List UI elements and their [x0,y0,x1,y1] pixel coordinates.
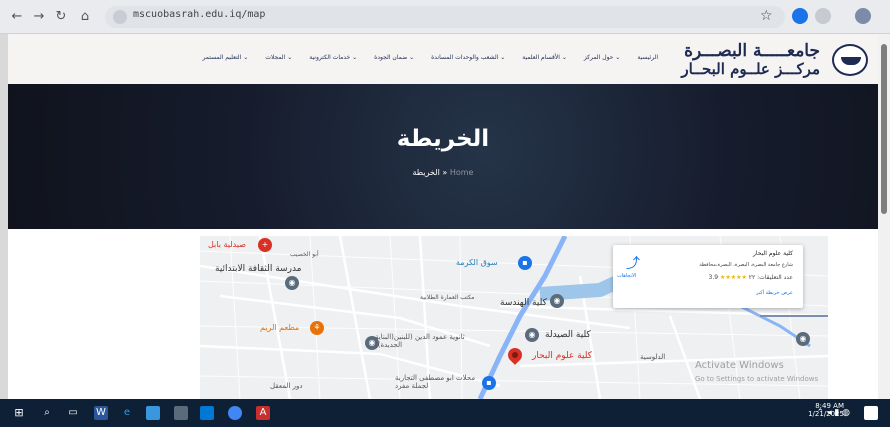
home-icon[interactable]: ⌂ [76,8,94,26]
reviews-count[interactable]: عدد التعليقات: ٢٢ [749,274,793,281]
logo-center-name[interactable]: مركـــز علــوم البحــار [681,60,820,78]
store-icon[interactable] [174,406,188,420]
place-title: كلية علوم البحار [753,250,793,257]
notification-icon[interactable] [864,406,878,420]
edge-icon[interactable]: e [120,406,134,420]
web-page: جامعـــــة البصـــرة مركـــز علــوم البح… [8,34,878,399]
activate-windows-title: Activate Windows [695,360,784,371]
acrobat-icon[interactable]: A [256,406,270,420]
extensions-puzzle-icon[interactable] [815,8,831,24]
nav-item-home[interactable]: الرئيسية [637,54,658,61]
map-label-area-top: أبو الخصيب [290,251,319,258]
logo-university-name[interactable]: جامعـــــة البصـــرة [684,41,820,61]
search-icon[interactable]: ⌕ [40,406,54,420]
right-edge-marker-icon[interactable]: ◉ [796,332,810,346]
forward-icon[interactable]: → [30,8,48,26]
page-banner: الخريطة الخريطة » Home [8,84,878,229]
url-text[interactable]: mscuobasrah.edu.iq/map [133,9,265,20]
scrollbar-thumb[interactable] [881,44,887,214]
map-label-shop-bottom[interactable]: محلات ابو مصطفى التجارية لجملة مفرد [395,374,480,390]
rating-value: 3.9 [708,274,719,281]
page-scrollbar[interactable] [878,34,890,399]
chrome-icon[interactable] [228,406,242,420]
place-address: شارع جامعة البصرة، البصرة، البصرة،محافظة [699,262,793,268]
market-marker-icon[interactable]: ▪ [518,256,532,270]
breadcrumb-separator: » [442,168,448,177]
pin-dot [510,350,520,360]
main-nav: الرئيسية حول المركز ⌄ الأقسام العلمية ⌄ … [202,54,658,61]
task-view-icon[interactable]: ▭ [66,406,80,420]
windows-taskbar: ⊞ ⌕ ▭ W e A ⌃ ◂ ▮ ◍ 8:49 AM 1/21/2025 [0,399,890,427]
directions-link[interactable]: الاتجاهات [617,273,636,279]
university-logo[interactable] [832,44,868,76]
map-label-area-right: الدلوسية [640,353,666,361]
site-info-icon[interactable] [113,10,127,24]
clock-date: 1/21/2025 [808,410,844,418]
map-label-area-bottom: دور المعقل [270,382,303,390]
map-label-secondary-school[interactable]: ثانوية عمود الدين (للبنين(البناية الجديد… [375,333,485,349]
college-eng-marker-icon[interactable]: ◉ [550,294,564,308]
embedded-map[interactable]: + صيدلية بابل أبو الخصيب مدرسة الثقافة ا… [200,236,828,399]
directions-icon[interactable]: ⤴ [623,253,643,273]
pharmacy-marker-icon[interactable]: + [258,238,272,252]
windows-start-icon[interactable]: ⊞ [12,406,26,420]
explorer-icon[interactable] [146,406,160,420]
nav-item-units[interactable]: الشعب والوحدات المساندة ⌄ [431,54,505,61]
page-title: الخريطة [396,126,490,152]
rating-stars: ★★★★★ [719,274,747,281]
shop-marker-icon[interactable]: ▪ [482,376,496,390]
map-label-pharmacy[interactable]: صيدلية بابل [208,240,246,249]
breadcrumb: الخريطة » Home [8,168,878,177]
map-label-market[interactable]: سوق الكرمة [456,258,498,267]
nav-item-journals[interactable]: المجلات ⌄ [265,54,292,61]
word-icon[interactable]: W [94,406,108,420]
map-label-restaurant[interactable]: مطعم الريم [260,323,299,332]
place-info-card: ⤴ الاتجاهات كلية علوم البحار شارع جامعة … [613,245,803,308]
map-label-area-mid: مكتب العمارة الطلابية [420,294,475,301]
reload-icon[interactable]: ↻ [52,8,70,26]
taskbar-clock[interactable]: 8:49 AM 1/21/2025 [808,402,844,418]
back-icon[interactable]: ← [8,8,26,26]
college-pharm-marker-icon[interactable]: ◉ [525,328,539,342]
view-larger-map-link[interactable]: عرض خريطة أكبر [756,290,793,296]
nav-item-quality[interactable]: ضمان الجودة ⌄ [374,54,414,61]
restaurant-marker-icon[interactable]: ⚘ [310,321,324,335]
clock-time: 8:49 AM [815,402,844,410]
ship-icon [841,57,861,65]
mail-icon[interactable] [200,406,214,420]
profile-avatar-icon[interactable] [855,8,871,24]
nav-item-continuing-education[interactable]: التعليم المستمر ⌄ [202,54,248,61]
place-rating: عدد التعليقات: ٢٢ ★★★★★ 3.9 [709,274,794,281]
activate-windows-hint: Go to Settings to activate Windows [695,375,819,383]
map-label-college-marine[interactable]: كلية علوم البحار [532,351,592,361]
nav-item-about[interactable]: حول المركز ⌄ [584,54,620,61]
extension-icon[interactable] [792,8,808,24]
map-label-college-pharm[interactable]: كلية الصيدلة [545,330,591,340]
bookmark-star-icon[interactable]: ☆ [760,8,773,24]
school-marker-icon[interactable]: ◉ [285,276,299,290]
breadcrumb-current: الخريطة [412,168,440,177]
browser-toolbar: ← → ↻ ⌂ mscuobasrah.edu.iq/map ☆ [0,0,890,34]
map-label-college-eng[interactable]: كلية الهندسة [500,298,547,308]
site-header: جامعـــــة البصـــرة مركـــز علــوم البح… [8,34,878,84]
breadcrumb-home[interactable]: Home [450,168,474,177]
nav-item-departments[interactable]: الأقسام العلمية ⌄ [522,54,567,61]
map-label-school[interactable]: مدرسة الثقافة الابتدائية [215,264,301,274]
address-bar[interactable]: mscuobasrah.edu.iq/map [105,6,785,28]
nav-item-eservices[interactable]: خدمات الكترونية ⌄ [309,54,357,61]
